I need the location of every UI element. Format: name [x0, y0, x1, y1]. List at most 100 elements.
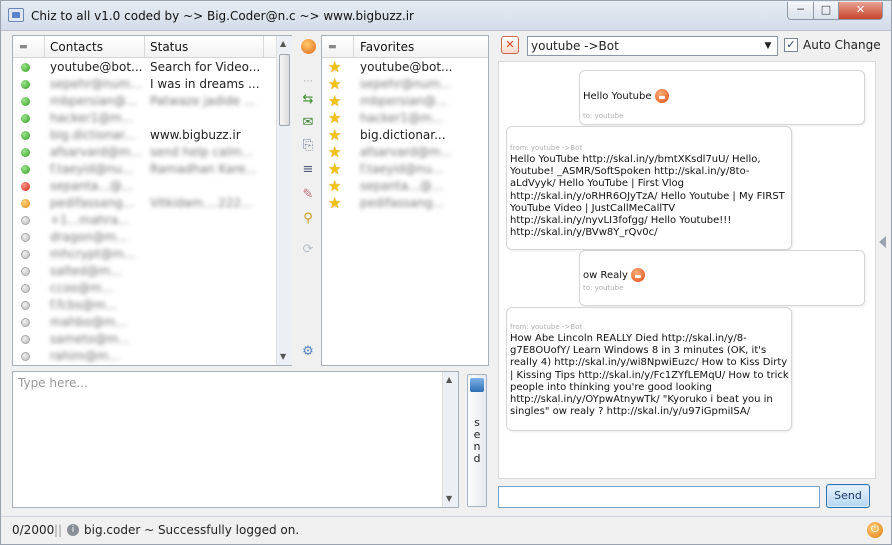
star-icon: ★	[328, 143, 342, 161]
contacts-column-header[interactable]: Contacts	[50, 36, 103, 58]
buddy-icon[interactable]	[298, 39, 318, 57]
contact-status: Ramadhan Kare...	[150, 162, 257, 176]
minimize-button[interactable]: ─	[787, 2, 814, 20]
contact-row[interactable]: afsarvard@m... send help calm...	[13, 144, 276, 161]
scroll-thumb[interactable]	[279, 54, 290, 126]
attach-icon[interactable]	[470, 378, 484, 392]
favorites-icon-column-header[interactable]: ▬	[328, 36, 337, 58]
contact-row[interactable]: dragon@m...	[13, 229, 276, 246]
favorites-column-header[interactable]: Favorites	[360, 36, 414, 58]
contact-name: f.taeyid@nu...	[50, 162, 134, 176]
title-bar[interactable]: Chiz to all v1.0 coded by ~> Big.Coder@n…	[1, 1, 891, 31]
contact-name: sepanta...@...	[50, 179, 134, 193]
contact-row[interactable]: +1...mahra...	[13, 212, 276, 229]
eraser-icon[interactable]: ✎	[298, 186, 318, 204]
presence-on-icon	[21, 97, 30, 106]
scroll-down-icon[interactable]: ▼	[446, 494, 452, 503]
chat-input[interactable]	[498, 486, 820, 508]
favorite-row[interactable]: ★ f.taeyid@nu...	[322, 161, 488, 178]
contact-row[interactable]: hacker1@m...	[13, 110, 276, 127]
send-side-button[interactable]: send	[467, 374, 487, 507]
message-bubble: from: youtube ->Bot Hello YouTube http:/…	[506, 126, 792, 250]
close-chat-button[interactable]: ✕	[501, 36, 519, 54]
contact-row[interactable]: f.taeyid@nu... Ramadhan Kare...	[13, 161, 276, 178]
status-column-header[interactable]: Status	[150, 36, 188, 58]
star-icon: ★	[328, 109, 342, 127]
contact-row[interactable]: pedifassang... Vitkidam....222...	[13, 195, 276, 212]
scroll-up-icon[interactable]: ▲	[446, 375, 452, 384]
message-bubble: from: youtube ->Bot How Abe Lincoln REAL…	[506, 307, 792, 431]
smiley-icon	[654, 89, 669, 103]
presence-off-icon	[21, 250, 30, 259]
favorite-name: afsarvard@m...	[360, 145, 453, 159]
presence-busy-icon	[21, 182, 30, 191]
star-icon: ★	[328, 59, 342, 76]
message-meta: to: youtube	[583, 112, 624, 120]
chevron-down-icon[interactable]: ▼	[761, 39, 775, 53]
message-icon[interactable]: ✉	[298, 114, 318, 132]
scroll-up-icon[interactable]: ▲	[280, 39, 286, 48]
contact-row[interactable]: salted@m...	[13, 263, 276, 280]
power-icon[interactable]: ⏻	[867, 522, 883, 538]
scroll-down-icon[interactable]: ▼	[280, 352, 286, 361]
contact-row[interactable]: big.dictionar... www.bigbuzz.ir	[13, 127, 276, 144]
presence-column-header[interactable]: ▬	[19, 36, 28, 58]
chat-history[interactable]: Hello Youtube to: youtube from: youtube …	[498, 61, 876, 479]
move-to-favorites-icon[interactable]: ⇆	[298, 91, 318, 109]
message-meta: from: youtube ->Bot	[510, 144, 583, 152]
contact-row[interactable]: rahim@m...	[13, 348, 276, 365]
recipient-select[interactable]: youtube ->Bot ▼	[527, 36, 778, 56]
message-meta: to: youtube	[583, 284, 624, 292]
contact-row[interactable]: f.fcbs@m...	[13, 297, 276, 314]
contact-row[interactable]: sameto@m...	[13, 331, 276, 348]
favorite-row[interactable]: ★ sepehr@num...	[322, 76, 488, 93]
collapse-arrow-icon[interactable]	[879, 236, 886, 248]
favorite-name: pedifassang...	[360, 196, 445, 210]
contact-row[interactable]: youtube@bot... Search for Video...	[13, 59, 276, 76]
contacts-header: ▬ Contacts Status	[13, 36, 276, 58]
compose-placeholder: Type here...	[18, 376, 88, 390]
favorite-row[interactable]: ★ hacker1@m...	[322, 110, 488, 127]
contacts-scrollbar[interactable]: ▲ ▼	[276, 36, 292, 365]
favorite-row[interactable]: ★ mbpersian@...	[322, 93, 488, 110]
contact-row[interactable]: ccoo@m...	[13, 280, 276, 297]
message-text: ow Realy	[583, 270, 628, 281]
contact-name: hacker1@m...	[50, 111, 134, 125]
presence-on-icon	[21, 131, 30, 140]
auto-change-label: Auto Change	[803, 38, 881, 52]
presence-off-icon	[21, 301, 30, 310]
broom-icon[interactable]: ⚲	[298, 210, 318, 228]
favorite-name: youtube@bot...	[360, 60, 453, 74]
compose-scrollbar[interactable]: ▲ ▼	[442, 372, 458, 507]
favorite-name: sepanta...@...	[360, 179, 444, 193]
contact-row[interactable]: sepehr@num... I was in dreams ...	[13, 76, 276, 93]
favorite-row[interactable]: ★ pedifassang...	[322, 195, 488, 212]
refresh-icon[interactable]: ⟳	[298, 241, 318, 259]
contact-row[interactable]: mahbo@m...	[13, 314, 276, 331]
history-icon[interactable]: ⎘	[298, 137, 318, 155]
contact-name: afsarvard@m...	[50, 145, 143, 159]
auto-change-checkbox[interactable]: ✓	[784, 38, 798, 52]
message-meta: from: youtube ->Bot	[510, 323, 583, 331]
info-icon: i	[67, 524, 79, 536]
favorite-row[interactable]: ★ youtube@bot...	[322, 59, 488, 76]
contact-row[interactable]: mbpersian@... Patwaze jadide ...	[13, 93, 276, 110]
favorite-name: sepehr@num...	[360, 77, 452, 91]
settings-icon[interactable]: ⚙	[298, 343, 318, 361]
contact-row[interactable]: mhcrypt@m...	[13, 246, 276, 263]
send-button[interactable]: Send	[826, 484, 870, 508]
presence-on-icon	[21, 165, 30, 174]
favorite-row[interactable]: ★ big.dictionar...	[322, 127, 488, 144]
maximize-button[interactable]: □	[813, 2, 839, 20]
favorites-header: ▬ Favorites	[322, 36, 488, 58]
close-button[interactable]: ✕	[838, 2, 883, 20]
contact-row[interactable]: sepanta...@...	[13, 178, 276, 195]
favorite-row[interactable]: ★ sepanta...@...	[322, 178, 488, 195]
contact-name: pedifassang...	[50, 196, 135, 210]
favorites-panel: ▬ Favorites ★ youtube@bot... ★ sepehr@num..…	[321, 35, 489, 366]
favorite-row[interactable]: ★ afsarvard@m...	[322, 144, 488, 161]
presence-on-icon	[21, 148, 30, 157]
sort-icon[interactable]: ≡	[298, 161, 318, 179]
favorite-name: mbpersian@...	[360, 94, 448, 108]
compose-area[interactable]: Type here... ▲ ▼	[12, 371, 459, 508]
